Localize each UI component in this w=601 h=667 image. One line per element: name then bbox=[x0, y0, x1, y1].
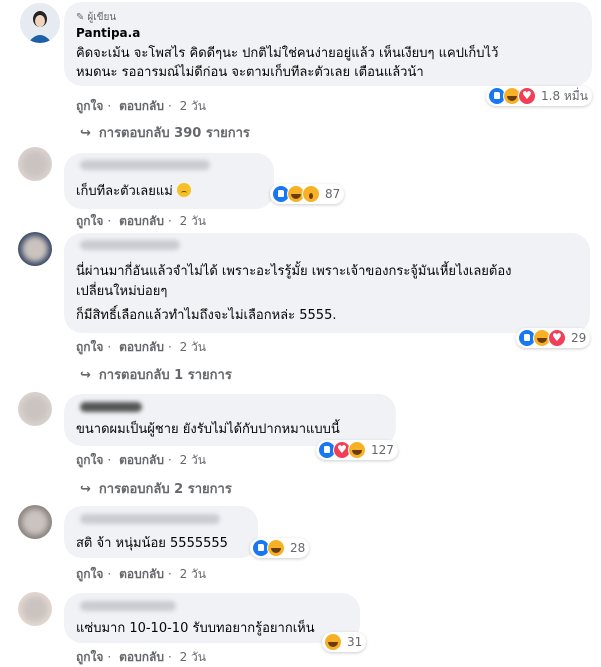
comment-text-line-3: ก็มีสิทธิ์เลือกแล้วทำไมถึงจะไม่เลือกหล่ะ… bbox=[76, 308, 337, 323]
commenter-avatar[interactable] bbox=[18, 232, 52, 266]
timestamp[interactable]: 2 วัน bbox=[180, 567, 206, 581]
view-replies-label: การตอบกลับ 2 รายการ bbox=[98, 482, 232, 497]
haha-icon bbox=[324, 633, 342, 651]
comment-text-line-1: นี่ผ่านมากี่อันแล้วจำไม่ได้ เพราะอะไรรู้… bbox=[76, 264, 512, 279]
commenter-name-redacted bbox=[80, 160, 210, 170]
timestamp[interactable]: 2 วัน bbox=[180, 214, 206, 228]
author-comment-line-2: หมดนะ รออารมณ์ไม่ดีก่อน จะตามเก็บทีละตัว… bbox=[76, 65, 424, 80]
like-button[interactable]: ถูกใจ bbox=[76, 99, 103, 113]
reply-button[interactable]: ตอบกลับ bbox=[119, 214, 164, 228]
comment-reactions[interactable]: 87 bbox=[270, 184, 345, 204]
reply-button[interactable]: ตอบกลับ bbox=[119, 650, 164, 664]
view-replies-link[interactable]: ↪ การตอบกลับ 390 รายการ bbox=[80, 122, 250, 143]
haha-icon bbox=[348, 441, 366, 459]
comment-reactions[interactable]: 31 bbox=[322, 632, 367, 652]
comment-text-line-2: เปลี่ยนใหม่บ่อยๆ bbox=[76, 284, 168, 299]
love-icon bbox=[548, 329, 566, 347]
like-button[interactable]: ถูกใจ bbox=[76, 650, 103, 664]
author-comment-line-1: คิดจะเม้น จะโพสไร คิดดีๆนะ ปกติไม่ใช่คนง… bbox=[76, 46, 499, 61]
comment-actions: ถูกใจ · ตอบกลับ · 2 วัน bbox=[76, 453, 206, 467]
author-badge-label: ผู้เขียน bbox=[87, 12, 117, 23]
comment-actions: ถูกใจ · ตอบกลับ · 2 วัน bbox=[76, 567, 206, 581]
sad-face-icon bbox=[176, 183, 191, 197]
view-replies-label: การตอบกลับ 1 รายการ bbox=[98, 368, 232, 383]
author-reactions[interactable]: 1.8 หมื่น bbox=[486, 86, 592, 106]
comment-text-line: สติ จ้า หนุ่มน้อย 5555555 bbox=[76, 536, 228, 551]
reply-arrow-icon: ↪ bbox=[80, 482, 91, 497]
author-actions: ถูกใจ · ตอบกลับ · 2 วัน bbox=[76, 99, 206, 113]
reaction-count: 87 bbox=[325, 187, 341, 201]
author-name[interactable]: Pantipa.a bbox=[76, 26, 140, 40]
commenter-name-redacted bbox=[80, 601, 176, 611]
commenter-avatar[interactable] bbox=[18, 505, 52, 539]
comment-actions: ถูกใจ · ตอบกลับ · 2 วัน bbox=[76, 650, 206, 664]
reply-button[interactable]: ตอบกลับ bbox=[119, 567, 164, 581]
reaction-count: 28 bbox=[290, 541, 306, 555]
wow-icon bbox=[302, 185, 320, 203]
reaction-count: 1.8 หมื่น bbox=[541, 88, 588, 103]
reaction-count: 127 bbox=[371, 443, 394, 457]
comment-reactions[interactable]: 28 bbox=[250, 538, 310, 558]
comment-text-line: แซ่บมาก 10-10-10 รับบทอยากรู้อยากเห็น bbox=[76, 621, 315, 636]
comment-reactions[interactable]: 127 bbox=[316, 440, 398, 460]
reaction-count: 29 bbox=[571, 331, 587, 345]
comment-reactions[interactable]: 29 bbox=[516, 328, 591, 348]
commenter-avatar[interactable] bbox=[18, 147, 52, 181]
reply-button[interactable]: ตอบกลับ bbox=[119, 340, 164, 354]
comment-text-line: ขนาดผมเป็นผู้ชาย ยังรับไม่ได้กับปากหมาแบ… bbox=[76, 422, 340, 437]
reply-arrow-icon: ↪ bbox=[80, 126, 91, 141]
like-button[interactable]: ถูกใจ bbox=[76, 453, 103, 467]
reply-button[interactable]: ตอบกลับ bbox=[119, 453, 164, 467]
reply-arrow-icon: ↪ bbox=[80, 368, 91, 383]
author-avatar-image bbox=[20, 3, 60, 43]
timestamp[interactable]: 2 วัน bbox=[180, 340, 206, 354]
view-replies-label: การตอบกลับ 390 รายการ bbox=[98, 126, 250, 141]
like-button[interactable]: ถูกใจ bbox=[76, 340, 103, 354]
timestamp[interactable]: 2 วัน bbox=[180, 453, 206, 467]
haha-icon bbox=[267, 539, 285, 557]
commenter-avatar[interactable] bbox=[18, 392, 52, 426]
view-replies-link[interactable]: ↪ การตอบกลับ 2 รายการ bbox=[80, 478, 232, 499]
timestamp[interactable]: 2 วัน bbox=[180, 650, 206, 664]
love-icon bbox=[518, 87, 536, 105]
pencil-icon: ✎ bbox=[76, 12, 85, 23]
author-badge: ✎ ผู้เขียน bbox=[76, 10, 116, 25]
comment-text-line: เก็บทีละตัวเลยแม่ bbox=[76, 184, 173, 199]
timestamp[interactable]: 2 วัน bbox=[180, 99, 206, 113]
like-button[interactable]: ถูกใจ bbox=[76, 567, 103, 581]
reply-button[interactable]: ตอบกลับ bbox=[119, 99, 164, 113]
comment-text: เก็บทีละตัวเลยแม่ bbox=[76, 182, 191, 202]
comment-actions: ถูกใจ · ตอบกลับ · 2 วัน bbox=[76, 214, 206, 228]
commenter-avatar[interactable] bbox=[18, 592, 52, 626]
commenter-name-redacted bbox=[80, 402, 142, 412]
view-replies-link[interactable]: ↪ การตอบกลับ 1 รายการ bbox=[80, 364, 232, 385]
like-button[interactable]: ถูกใจ bbox=[76, 214, 103, 228]
author-avatar[interactable] bbox=[20, 3, 60, 43]
commenter-name-redacted bbox=[80, 240, 180, 250]
reaction-count: 31 bbox=[347, 635, 363, 649]
comment-actions: ถูกใจ · ตอบกลับ · 2 วัน bbox=[76, 340, 206, 354]
commenter-name-redacted bbox=[80, 514, 220, 524]
